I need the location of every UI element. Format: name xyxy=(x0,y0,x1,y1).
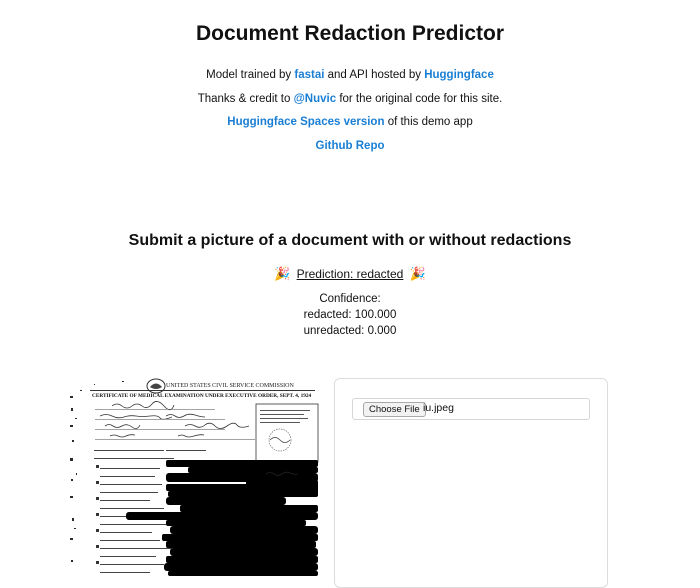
model-credit-prefix: Model trained by xyxy=(206,69,292,81)
fastai-link[interactable]: fastai xyxy=(294,69,324,81)
prediction-text: Prediction: redacted xyxy=(296,267,404,281)
party-popper-icon: 🎉 xyxy=(409,266,426,281)
file-input[interactable]: Choose File iu.jpeg xyxy=(352,398,590,420)
spaces-suffix: of this demo app xyxy=(387,116,473,128)
huggingface-link[interactable]: Huggingface xyxy=(424,69,494,81)
confidence-label: Confidence: xyxy=(319,293,381,305)
selected-file-name: iu.jpeg xyxy=(423,402,454,414)
github-line: Github Repo xyxy=(0,140,700,152)
model-credit-middle: and API hosted by xyxy=(327,69,421,81)
huggingface-spaces-link[interactable]: Huggingface Spaces version xyxy=(227,116,384,128)
confidence-redacted: redacted: 100.000 xyxy=(303,309,397,321)
document-header-text: UNITED STATES CIVIL SERVICE COMMISSION xyxy=(166,383,294,389)
prediction-result: 🎉 Prediction: redacted 🎉 xyxy=(0,266,700,282)
document-preview-image: UNITED STATES CIVIL SERVICE COMMISSION C… xyxy=(70,378,328,576)
thanks-prefix: Thanks & credit to xyxy=(197,93,291,105)
thanks-suffix: for the original code for this site. xyxy=(339,93,503,105)
nuvic-link[interactable]: @Nuvic xyxy=(294,93,337,105)
page-title: Document Redaction Predictor xyxy=(195,22,505,45)
document-form-title: CERTIFICATE OF MEDICAL EXAMINATION UNDER… xyxy=(92,393,312,399)
redacted-document-scan: UNITED STATES CIVIL SERVICE COMMISSION C… xyxy=(70,378,328,576)
thanks-line: Thanks & credit to @Nuvic for the origin… xyxy=(0,93,700,105)
confidence-unredacted: unredacted: 0.000 xyxy=(303,325,397,337)
upload-panel: Choose File iu.jpeg xyxy=(334,378,608,588)
github-repo-link[interactable]: Github Repo xyxy=(316,140,385,152)
upload-prompt-heading: Submit a picture of a document with or w… xyxy=(128,232,572,249)
choose-file-button[interactable]: Choose File xyxy=(363,402,426,417)
spaces-line: Huggingface Spaces version of this demo … xyxy=(0,116,700,128)
party-popper-icon: 🎉 xyxy=(274,266,291,281)
model-credit-line: Model trained by fastai and API hosted b… xyxy=(0,69,700,81)
